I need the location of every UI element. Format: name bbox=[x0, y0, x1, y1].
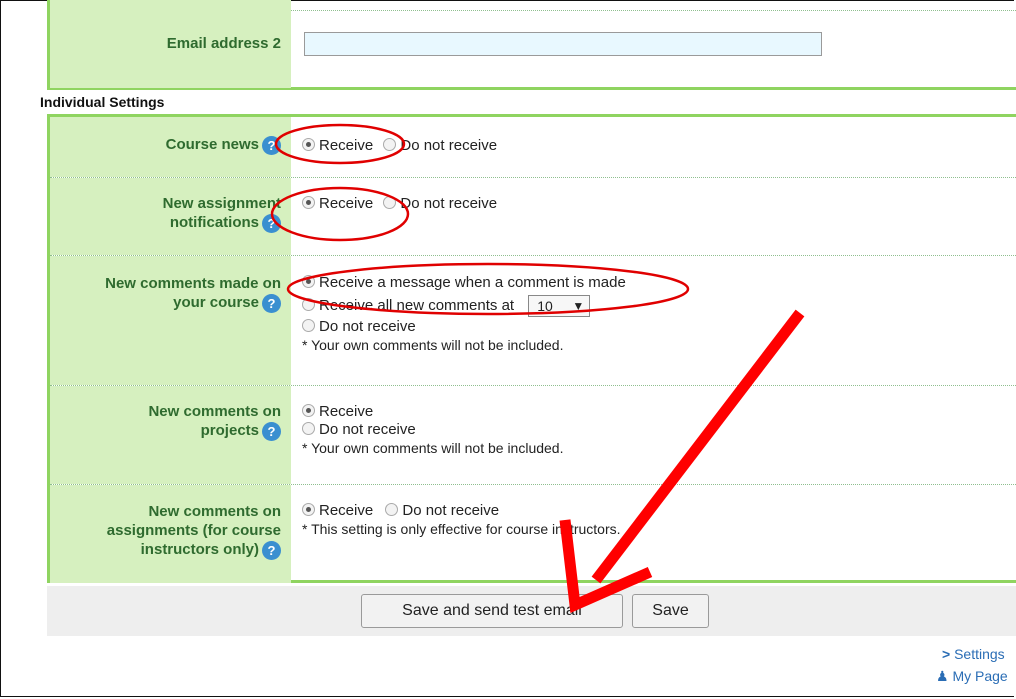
course-news-label-text: Course news bbox=[165, 136, 259, 153]
course-news-options: Receive Do not receive bbox=[302, 117, 1016, 177]
help-icon[interactable]: ? bbox=[262, 213, 281, 233]
new-comments-assignments-label-line1: New comments on bbox=[148, 503, 281, 520]
row-new-comments-course: New comments made on your course? Receiv… bbox=[50, 256, 1016, 386]
new-assignment-decline-label[interactable]: Do not receive bbox=[400, 195, 497, 212]
save-and-send-test-email-button[interactable]: Save and send test email bbox=[361, 594, 623, 628]
my-page-link-label[interactable]: My Page bbox=[952, 668, 1007, 684]
help-icon[interactable]: ? bbox=[262, 293, 281, 313]
projects-receive-radio[interactable] bbox=[302, 404, 315, 417]
new-comments-course-label-line1: New comments made on bbox=[105, 275, 281, 292]
assignments-decline-radio[interactable] bbox=[385, 503, 399, 516]
help-icon[interactable]: ? bbox=[262, 540, 281, 560]
course-news-decline-label[interactable]: Do not receive bbox=[400, 137, 497, 154]
comment-immediate-label[interactable]: Receive a message when a comment is made bbox=[319, 274, 626, 291]
new-assignment-label-line1: New assignment bbox=[162, 195, 281, 212]
row-course-news: Course news? Receive Do not receive bbox=[50, 117, 1016, 178]
projects-decline-radio[interactable] bbox=[302, 422, 315, 435]
settings-link-label[interactable]: Settings bbox=[954, 646, 1005, 662]
digest-hour-select[interactable]: 10 ▼ bbox=[528, 295, 591, 317]
projects-option-2: Do not receive bbox=[302, 421, 416, 439]
new-comments-assignments-label-line2: assignments (for course bbox=[106, 522, 281, 539]
course-news-receive-label[interactable]: Receive bbox=[319, 137, 373, 154]
course-news-line: Receive Do not receive bbox=[302, 137, 497, 155]
email-label: Email address 2 bbox=[166, 35, 281, 52]
new-comments-projects-label: New comments on projects? bbox=[148, 402, 281, 441]
projects-decline-label[interactable]: Do not receive bbox=[319, 421, 416, 438]
new-comments-projects-label-line2: projects bbox=[200, 422, 259, 439]
assignments-option-line: Receive Do not receive bbox=[302, 502, 499, 520]
assignments-receive-label[interactable]: Receive bbox=[319, 502, 373, 519]
comment-note: * Your own comments will not be included… bbox=[302, 337, 564, 353]
projects-note: * Your own comments will not be included… bbox=[302, 440, 564, 456]
comment-option-1: Receive a message when a comment is made bbox=[302, 274, 626, 292]
comment-option-3: Do not receive bbox=[302, 318, 416, 336]
settings-link[interactable]: > Settings bbox=[942, 646, 1005, 662]
email-address-2-input[interactable] bbox=[304, 32, 822, 56]
row-new-comments-assignments: New comments on assignments (for course … bbox=[50, 485, 1016, 583]
new-assignment-decline-radio[interactable] bbox=[383, 196, 397, 209]
comment-decline-radio[interactable] bbox=[302, 319, 315, 332]
comment-option-2: Receive all new comments at 10 ▼ bbox=[302, 295, 591, 317]
new-comments-course-label-line2: your course bbox=[173, 294, 259, 311]
comment-digest-radio[interactable] bbox=[302, 297, 315, 311]
email-label-cell-top bbox=[50, 0, 291, 10]
new-assignment-label: New assignment notifications? bbox=[163, 194, 281, 233]
section-title: Individual Settings bbox=[40, 94, 165, 110]
new-assignment-receive-radio[interactable] bbox=[302, 196, 315, 209]
assignments-receive-radio[interactable] bbox=[302, 503, 315, 516]
projects-option-1: Receive bbox=[302, 403, 373, 421]
projects-receive-label[interactable]: Receive bbox=[319, 403, 373, 420]
dropdown-arrow-icon: ▼ bbox=[572, 299, 585, 313]
help-icon[interactable]: ? bbox=[262, 421, 281, 441]
row-new-assignment: New assignment notifications? Receive Do… bbox=[50, 178, 1016, 256]
save-button[interactable]: Save bbox=[632, 594, 709, 628]
new-assignment-label-line2: notifications bbox=[169, 214, 259, 231]
new-comments-course-options: Receive a message when a comment is made… bbox=[302, 256, 1016, 385]
comment-immediate-radio[interactable] bbox=[302, 275, 315, 288]
label-cell: Course news? bbox=[50, 117, 291, 177]
label-cell: New comments on projects? bbox=[50, 386, 291, 484]
new-comments-assignments-options: Receive Do not receive * This setting is… bbox=[302, 485, 1016, 583]
email-label-cell: Email address 2 bbox=[50, 1, 291, 88]
course-news-label: Course news? bbox=[166, 135, 281, 155]
new-comments-projects-options: Receive Do not receive * Your own commen… bbox=[302, 386, 1016, 484]
label-cell: New assignment notifications? bbox=[50, 178, 291, 255]
new-comments-assignments-label: New comments on assignments (for course … bbox=[107, 502, 281, 560]
label-cell: New comments on assignments (for course … bbox=[50, 485, 291, 583]
new-assignment-options: Receive Do not receive bbox=[302, 178, 1016, 255]
assignments-note: * This setting is only effective for cou… bbox=[302, 521, 621, 537]
row-new-comments-projects: New comments on projects? Receive Do not… bbox=[50, 386, 1016, 485]
comment-decline-label[interactable]: Do not receive bbox=[319, 318, 416, 335]
new-assignment-line: Receive Do not receive bbox=[302, 195, 497, 213]
my-page-link[interactable]: ♟ My Page bbox=[936, 668, 1008, 685]
new-comments-course-label: New comments made on your course? bbox=[105, 274, 281, 313]
course-news-decline-radio[interactable] bbox=[383, 138, 397, 151]
new-comments-assignments-label-line3: instructors only) bbox=[140, 541, 259, 558]
new-assignment-receive-label[interactable]: Receive bbox=[319, 195, 373, 212]
settings-table: Course news? Receive Do not receive New … bbox=[47, 114, 1016, 583]
course-news-receive-radio[interactable] bbox=[302, 138, 315, 151]
help-icon[interactable]: ? bbox=[262, 135, 281, 155]
label-cell: New comments made on your course? bbox=[50, 256, 291, 385]
digest-hour-value: 10 bbox=[537, 298, 553, 314]
chevron-right-icon: > bbox=[942, 646, 951, 662]
user-icon: ♟ bbox=[936, 668, 949, 684]
assignments-decline-label[interactable]: Do not receive bbox=[402, 502, 499, 519]
comment-digest-label[interactable]: Receive all new comments at bbox=[319, 297, 514, 314]
new-comments-projects-label-line1: New comments on bbox=[148, 403, 281, 420]
